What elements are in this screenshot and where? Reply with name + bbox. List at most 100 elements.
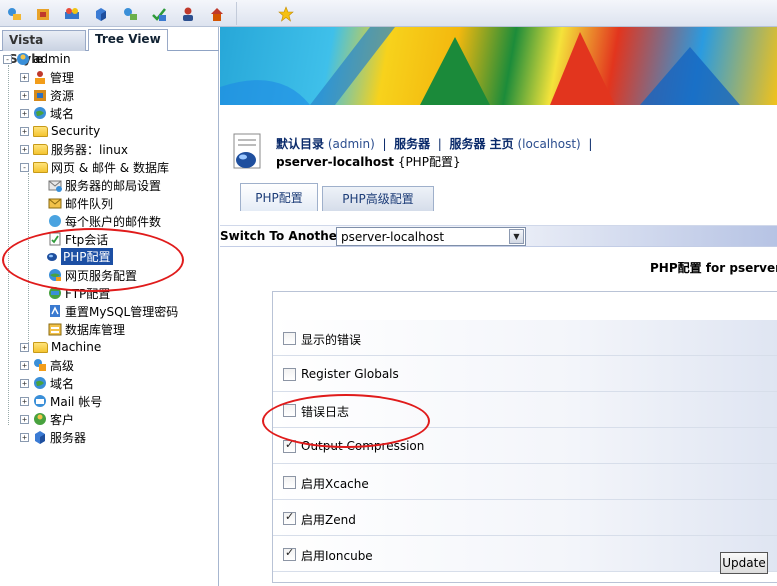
tree-item-label: Security [51,124,101,138]
breadcrumb-localhost[interactable]: (localhost) [518,137,581,151]
update-button[interactable]: Update [720,552,768,574]
tree-item-label: FTP配置 [65,286,111,301]
tree-item-reset-mysql-password[interactable]: 重置MySQL管理密码 [48,302,178,320]
favorite-star-icon[interactable] [275,3,297,24]
tree-item-ftp-sessions[interactable]: Ftp会话 [48,230,108,248]
tree-item-label: 每个账户的邮件数 [65,214,162,229]
collapse-icon[interactable]: - [3,54,12,64]
tree-item-label: 管理 [50,70,75,85]
tree-item-manage[interactable]: + 管理 [20,68,74,86]
option-label: 启用Ioncube [301,549,373,563]
expand-icon[interactable]: + [20,342,29,352]
ftp-session-icon [48,232,62,246]
breadcrumb-admin[interactable]: (admin) [328,137,375,151]
tab-tree-view[interactable]: Tree View [88,29,168,51]
breadcrumb-separator: | [382,137,387,151]
mysql-icon [48,304,62,318]
register-globals-checkbox[interactable] [283,368,296,381]
tree-item-machine[interactable]: + Machine [20,338,101,356]
option-row: Output Compression [273,428,777,464]
section-title: PHP配置 for pserver- [650,261,777,275]
tree-item-label: 数据库管理 [65,322,126,337]
collapse-icon[interactable]: - [20,162,29,172]
tree-item-database-admin[interactable]: 数据库管理 [48,320,125,338]
globe-icon [33,106,47,120]
tree-item-label: 网页 & 邮件 & 数据库 [51,160,169,175]
home-icon[interactable] [206,3,228,24]
tree-item-ftp-config[interactable]: FTP配置 [48,284,110,302]
tree-item-label: 网页服务配置 [65,268,138,283]
tree-item-domains[interactable]: + 域名 [20,104,74,122]
tree-item-server-linux[interactable]: + 服务器：linux [20,140,128,158]
tree-item-label: 域名 [50,376,75,391]
ftp-config-icon [48,286,62,300]
tree-item-clients[interactable]: + 客户 [20,410,74,428]
tree-item-mail-accounts[interactable]: + Mail 帐号 [20,392,102,410]
tree-item-security[interactable]: + Security [20,122,100,140]
tree-item-resources[interactable]: + 资源 [20,86,74,104]
option-row: 启用Xcache [273,464,777,500]
settings-icon[interactable] [119,3,141,24]
tree-item-label: 服务器的邮局设置 [65,178,162,193]
error-log-checkbox[interactable] [283,404,296,417]
options-list: 显示的错误 Register Globals 错误日志 Output Compr… [272,291,777,583]
breadcrumb-server-home[interactable]: 服务器 主页 [449,137,513,151]
tree-item-php-config[interactable]: PHP配置 [44,247,113,265]
mail-queue-icon [48,196,62,210]
expand-icon[interactable]: + [20,144,29,154]
resource-icon [33,88,47,102]
mail-server-icon [48,178,62,192]
switch-bar: Switch To Another pserver-localhost ▼ [220,225,777,247]
tree-item-label: 邮件队列 [65,196,114,211]
web-config-icon [48,268,62,282]
expand-icon[interactable]: + [20,360,29,370]
xcache-checkbox[interactable] [283,476,296,489]
expand-icon[interactable]: + [20,90,29,100]
tree-item-web-service-config[interactable]: 网页服务配置 [48,266,137,284]
expand-icon[interactable]: + [20,378,29,388]
breadcrumb-default-dir[interactable]: 默认目录 [276,137,324,151]
option-row: Register Globals [273,356,777,392]
tree-item-web-mail-db[interactable]: - 网页 & 邮件 & 数据库 [20,158,169,176]
expand-icon[interactable]: + [20,432,29,442]
server-icon[interactable] [90,3,112,24]
tree-root-label: admin [33,52,71,66]
tree-item-label-selected: PHP配置 [61,247,113,265]
page-header: 默认目录 (admin) | 服务器 | 服务器 主页 (localhost) … [230,129,770,175]
expand-icon[interactable]: + [20,126,29,136]
check-icon[interactable] [148,3,170,24]
tree-item-mail-per-account[interactable]: 每个账户的邮件数 [48,212,161,230]
tree-root[interactable]: - admin [3,50,71,68]
breadcrumb-separator: | [437,137,442,151]
tab-vista-style[interactable]: Vista Style [2,30,86,66]
page-title-server: pserver-localhost [276,155,394,169]
tab-php-advanced-config[interactable]: PHP高级配置 [322,186,434,211]
chevron-down-icon[interactable]: ▼ [509,229,524,244]
zend-checkbox[interactable] [283,510,296,525]
output-compression-checkbox[interactable] [283,438,296,453]
server-select[interactable]: pserver-localhost ▼ [336,227,526,246]
expand-icon[interactable]: + [20,108,29,118]
expand-icon[interactable]: + [20,396,29,406]
user-icon[interactable] [177,3,199,24]
breadcrumb-server[interactable]: 服务器 [394,137,430,151]
option-row: 错误日志 [273,392,777,428]
display-errors-checkbox[interactable] [283,332,296,345]
tree-item-mail-queue[interactable]: 邮件队列 [48,194,113,212]
resources-icon[interactable] [32,3,54,24]
tools-icon[interactable] [3,3,25,24]
option-label: Register Globals [301,367,399,381]
tree-item-mail-server-settings[interactable]: 服务器的邮局设置 [48,176,161,194]
tree-item-domains-2[interactable]: + 域名 [20,374,74,392]
ioncube-checkbox[interactable] [283,546,296,561]
tree-item-advanced[interactable]: + 高级 [20,356,74,374]
config-icon[interactable] [61,3,83,24]
option-label: 启用Xcache [301,477,369,491]
tab-php-config[interactable]: PHP配置 [240,183,318,211]
advanced-icon [33,358,47,372]
expand-icon[interactable]: + [20,414,29,424]
tree-item-servers[interactable]: + 服务器 [20,428,86,446]
folder-icon [33,143,48,155]
banner-art-icon [220,27,740,105]
expand-icon[interactable]: + [20,72,29,82]
